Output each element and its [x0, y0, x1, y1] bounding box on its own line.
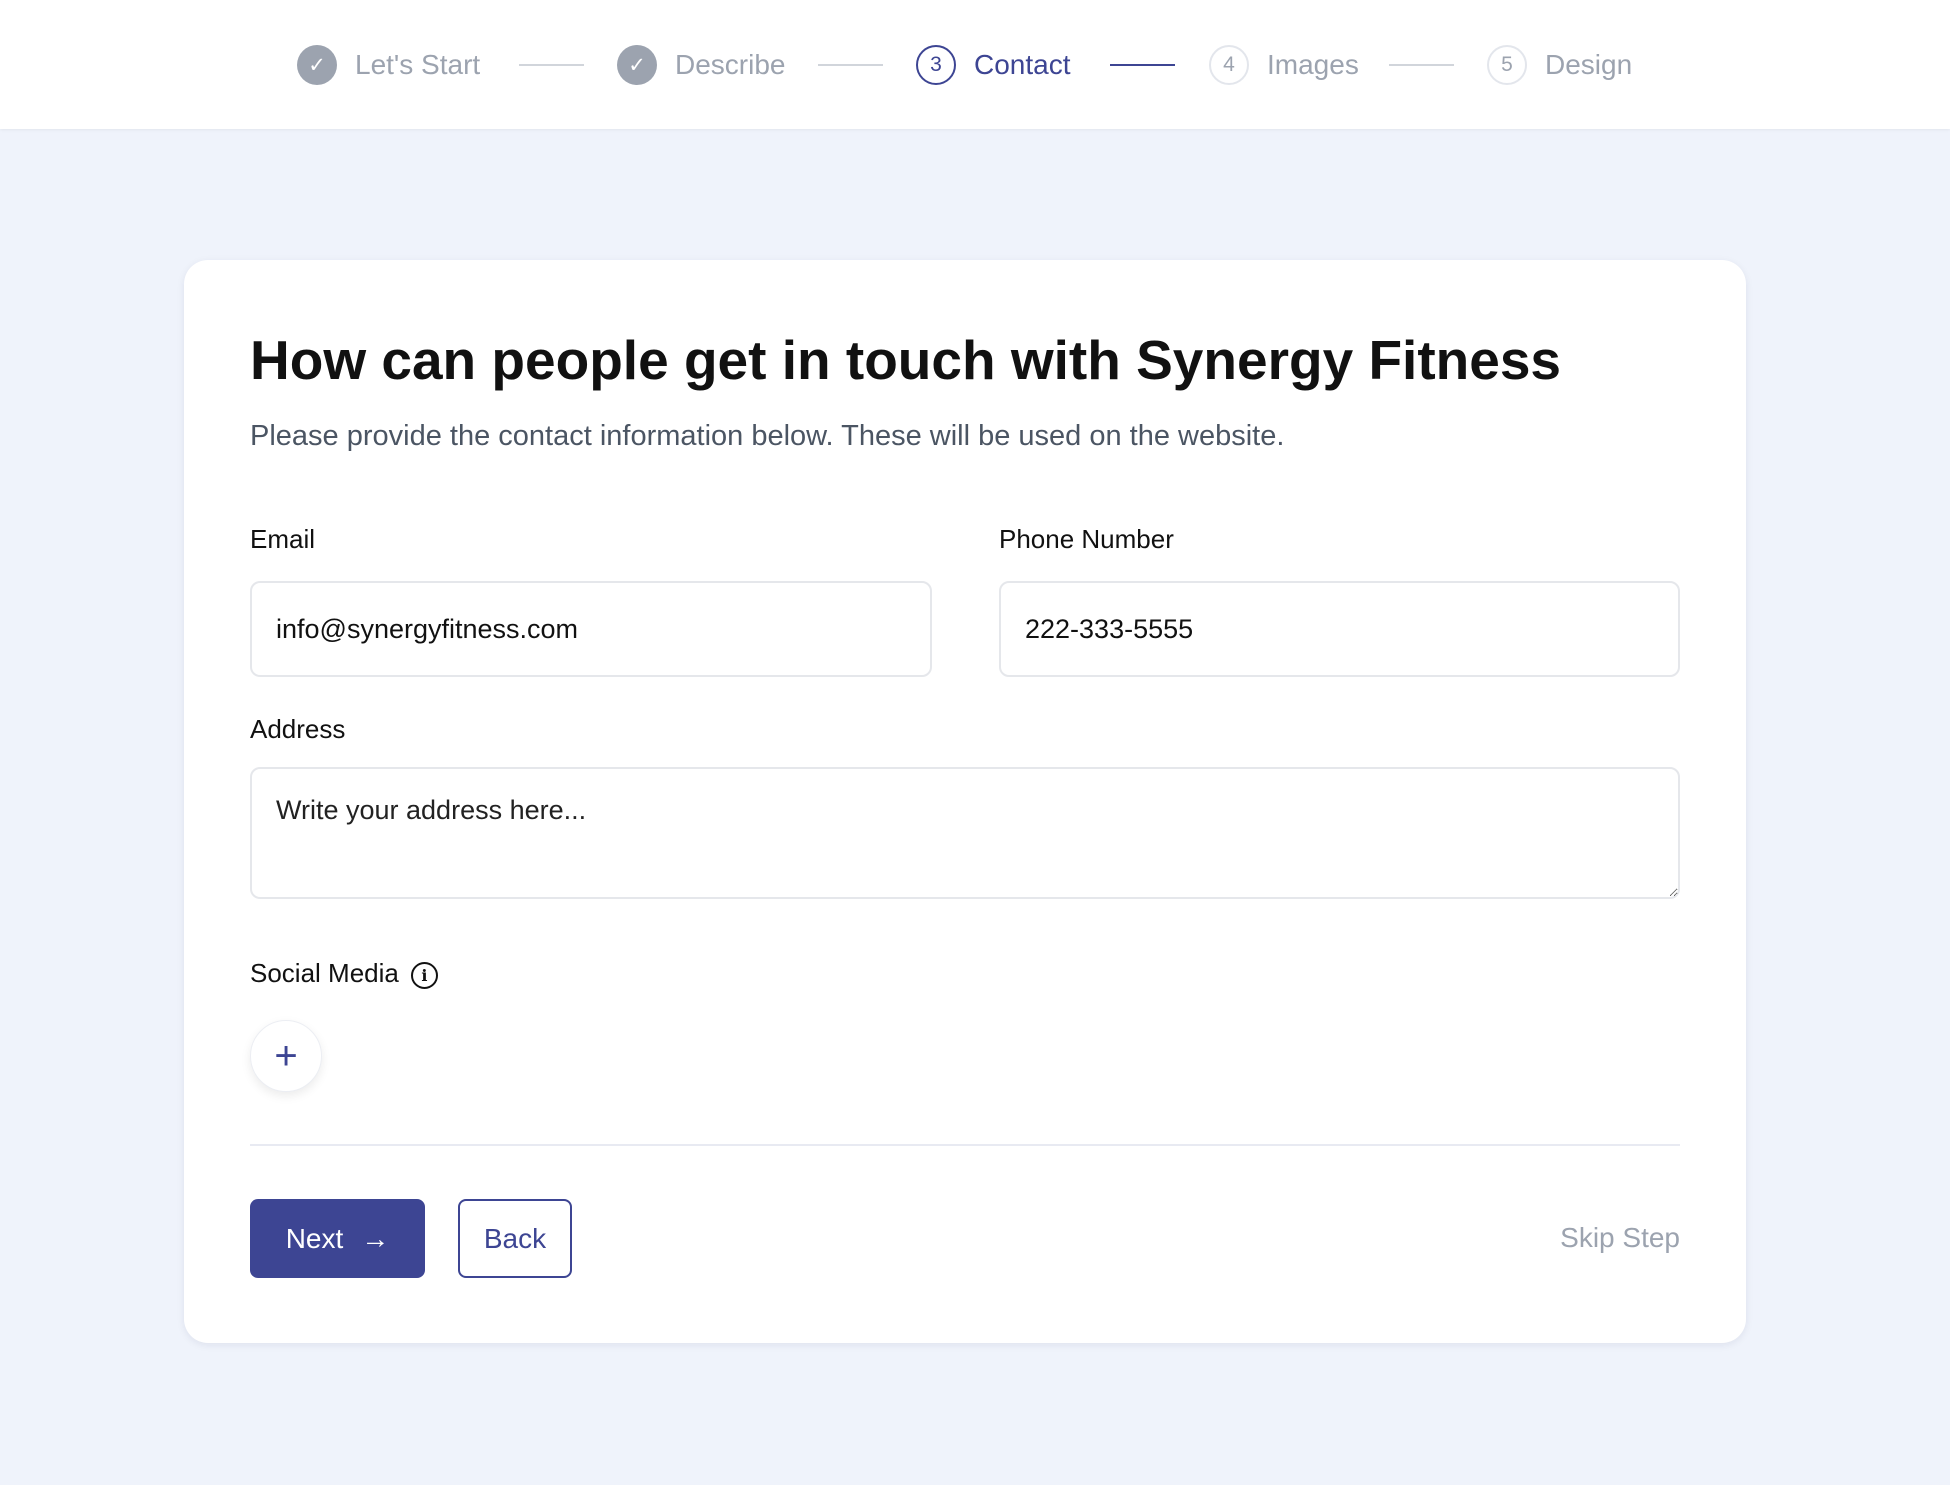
back-button[interactable]: Back	[458, 1199, 572, 1278]
address-label: Address	[250, 714, 346, 744]
step-images[interactable]: 4 Images	[1209, 45, 1359, 85]
address-textarea[interactable]	[250, 767, 1680, 899]
step-connector	[1110, 64, 1175, 66]
step-number: 4	[1209, 45, 1249, 85]
add-social-media-button[interactable]: +	[250, 1020, 322, 1092]
step-label: Describe	[675, 49, 786, 80]
step-number: 3	[916, 45, 956, 85]
check-icon: ✓	[297, 45, 337, 85]
step-contact[interactable]: 3 Contact	[916, 45, 1071, 85]
phone-input[interactable]	[999, 581, 1680, 677]
page-subtitle: Please provide the contact information b…	[250, 420, 1285, 452]
next-label: Next	[285, 1222, 344, 1254]
step-label: Images	[1267, 49, 1359, 80]
step-connector	[818, 64, 883, 66]
skip-step-link[interactable]: Skip Step	[1560, 1222, 1680, 1254]
arrow-right-icon: →	[361, 1222, 390, 1254]
next-button[interactable]: Next →	[250, 1199, 425, 1278]
step-connector	[1389, 64, 1454, 66]
social-media-heading: Social Media i	[250, 958, 438, 989]
step-label: Contact	[974, 49, 1071, 80]
social-media-label: Social Media	[250, 958, 399, 988]
email-input[interactable]	[250, 581, 932, 677]
step-label: Let's Start	[355, 49, 481, 80]
email-label: Email	[250, 524, 316, 554]
info-icon[interactable]: i	[410, 961, 438, 989]
stepper-header: ✓ Let's Start ✓ Describe 3 Contact 4 Ima…	[0, 0, 1950, 129]
step-label: Design	[1545, 49, 1633, 80]
step-describe[interactable]: ✓ Describe	[617, 45, 785, 85]
step-lets-start[interactable]: ✓ Let's Start	[297, 45, 480, 85]
divider	[250, 1144, 1680, 1146]
step-connector	[519, 64, 584, 66]
check-icon: ✓	[617, 45, 657, 85]
step-design[interactable]: 5 Design	[1487, 45, 1632, 85]
page-title: How can people get in touch with Synergy…	[250, 329, 1562, 391]
phone-label: Phone Number	[999, 524, 1174, 554]
contact-form-card: How can people get in touch with Synergy…	[184, 260, 1746, 1343]
step-number: 5	[1487, 45, 1527, 85]
